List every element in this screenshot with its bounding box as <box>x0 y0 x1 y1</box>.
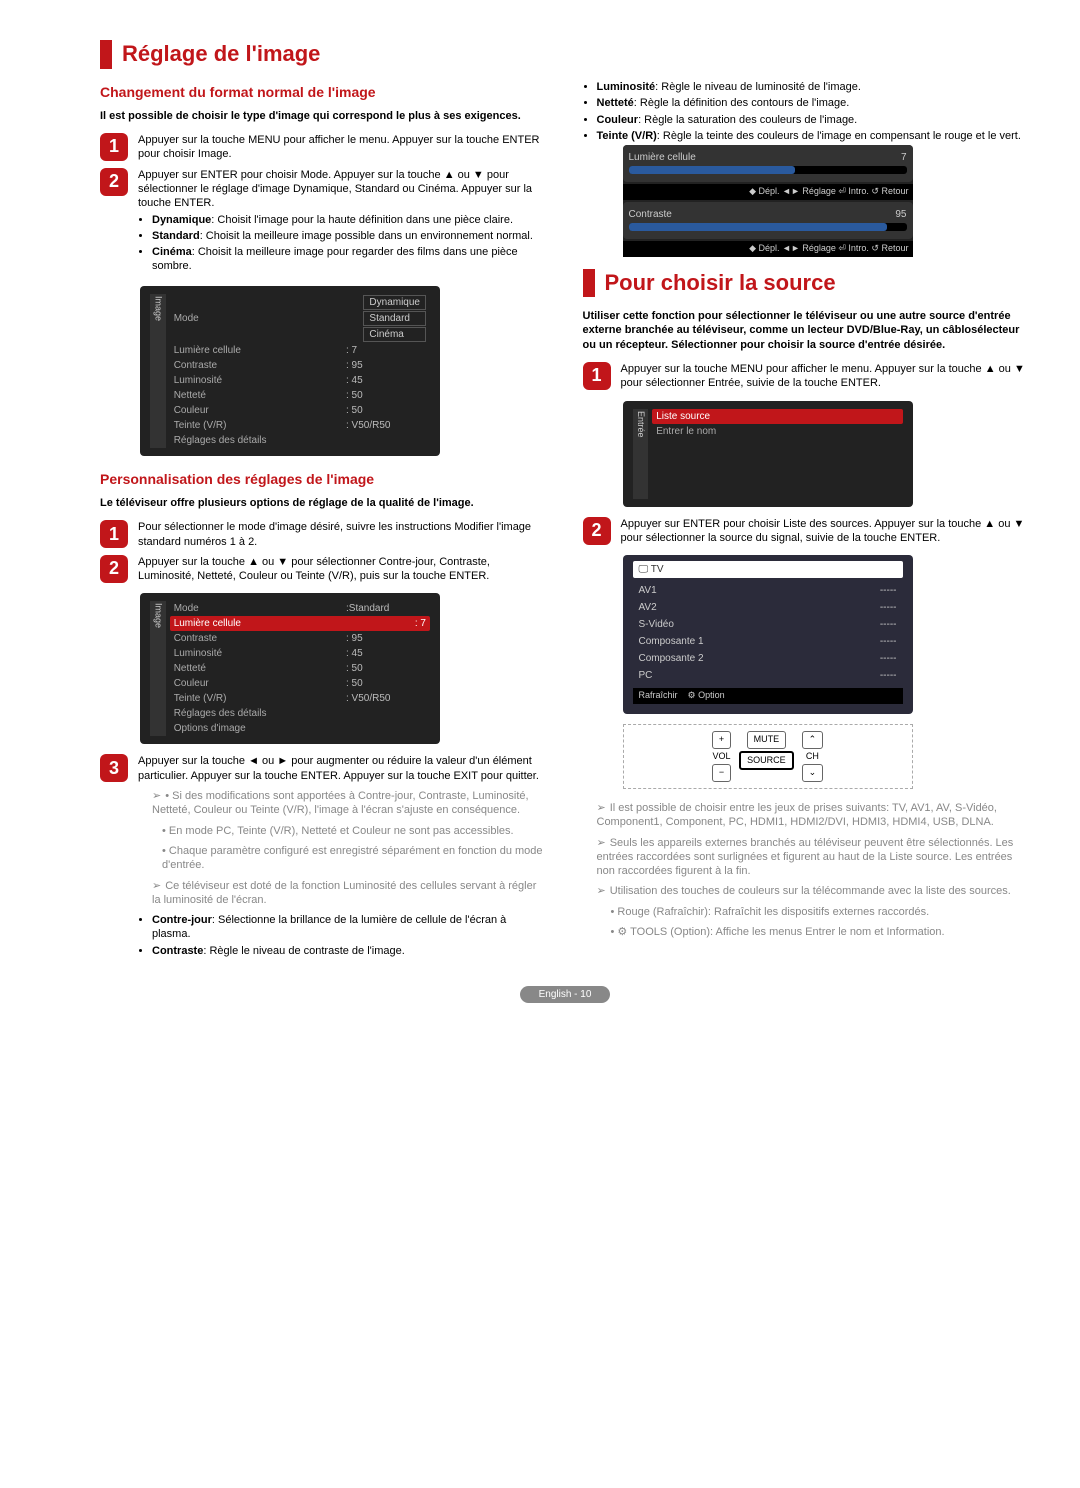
source-note-3: ➢Utilisation des touches de couleurs sur… <box>597 884 1031 898</box>
step-1-body: Appuyer sur la touche MENU pour afficher… <box>138 133 548 162</box>
step-number-icon: 2 <box>100 555 128 583</box>
subhead-change-format: Changement du format normal de l'image <box>100 83 548 101</box>
osd-side-label: Image <box>150 601 166 736</box>
remote-diagram: + VOL − MUTE SOURCE ⌃ CH ⌄ <box>623 724 913 789</box>
step-1: 1 Appuyer sur la touche MENU pour affich… <box>100 133 548 162</box>
step-number-icon: 3 <box>100 754 128 782</box>
step-2-body: Appuyer sur ENTER pour choisir Mode. App… <box>138 168 548 276</box>
osd-image-mode: Image Mode Dynamique Standard Cinéma Lum… <box>140 286 440 456</box>
step-number-icon: 1 <box>100 520 128 548</box>
osd-input-menu: Entrée Liste source Entrer le nom <box>623 401 913 507</box>
intro-text: Il est possible de choisir le type d'ima… <box>100 109 548 123</box>
src-step-2: 2 Appuyer sur ENTER pour choisir Liste d… <box>583 517 1031 546</box>
source-note-1: ➢Il est possible de choisir entre les je… <box>597 801 1031 830</box>
osd-source-list: 🖵 TV AV1----- AV2----- S-Vidéo----- Comp… <box>623 555 913 714</box>
step-number-icon: 1 <box>100 133 128 161</box>
adjust-list: Contre-jour: Sélectionne la brillance de… <box>152 913 548 958</box>
right-column: Luminosité: Règle le niveau de luminosit… <box>583 40 1031 966</box>
step-number-icon: 2 <box>583 517 611 545</box>
source-note-3a: • Rouge (Rafraîchir): Rafraîchit les dis… <box>611 905 1031 919</box>
subhead-personalize: Personnalisation des réglages de l'image <box>100 470 548 488</box>
intro-text-2: Le téléviseur offre plusieurs options de… <box>100 496 548 510</box>
page-footer: English - 10 <box>520 986 610 1003</box>
step-2b: 2 Appuyer sur la touche ▲ ou ▼ pour séle… <box>100 555 548 584</box>
step-2: 2 Appuyer sur ENTER pour choisir Mode. A… <box>100 168 548 276</box>
heading-choose-source: Pour choisir la source <box>583 269 1031 298</box>
step-3b: 3 Appuyer sur la touche ◄ ou ► pour augm… <box>100 754 548 960</box>
image-props-list: Luminosité: Règle le niveau de luminosit… <box>597 80 1031 143</box>
source-note-3b: • ⚙ TOOLS (Option): Affiche les menus En… <box>611 925 1031 939</box>
osd-side-label: Image <box>150 294 166 448</box>
source-intro: Utiliser cette fonction pour sélectionne… <box>583 309 1031 352</box>
step-1b: 1 Pour sélectionner le mode d'image dési… <box>100 520 548 549</box>
osd-slider-luminosity: Lumière cellule7 ◆ Dépl. ◄► Réglage ⏎ In… <box>623 145 913 256</box>
step-number-icon: 2 <box>100 168 128 196</box>
source-note-2: ➢Seuls les appareils externes branchés a… <box>597 836 1031 879</box>
mode-list: Dynamique: Choisit l'image pour la haute… <box>152 213 548 274</box>
step-number-icon: 1 <box>583 362 611 390</box>
src-step-1: 1 Appuyer sur la touche MENU pour affich… <box>583 362 1031 391</box>
left-column: Réglage de l'image Changement du format … <box>100 40 548 966</box>
heading-image-settings: Réglage de l'image <box>100 40 548 69</box>
osd-image-adjust: Image Mode:Standard Lumière cellule: 7 C… <box>140 593 440 744</box>
